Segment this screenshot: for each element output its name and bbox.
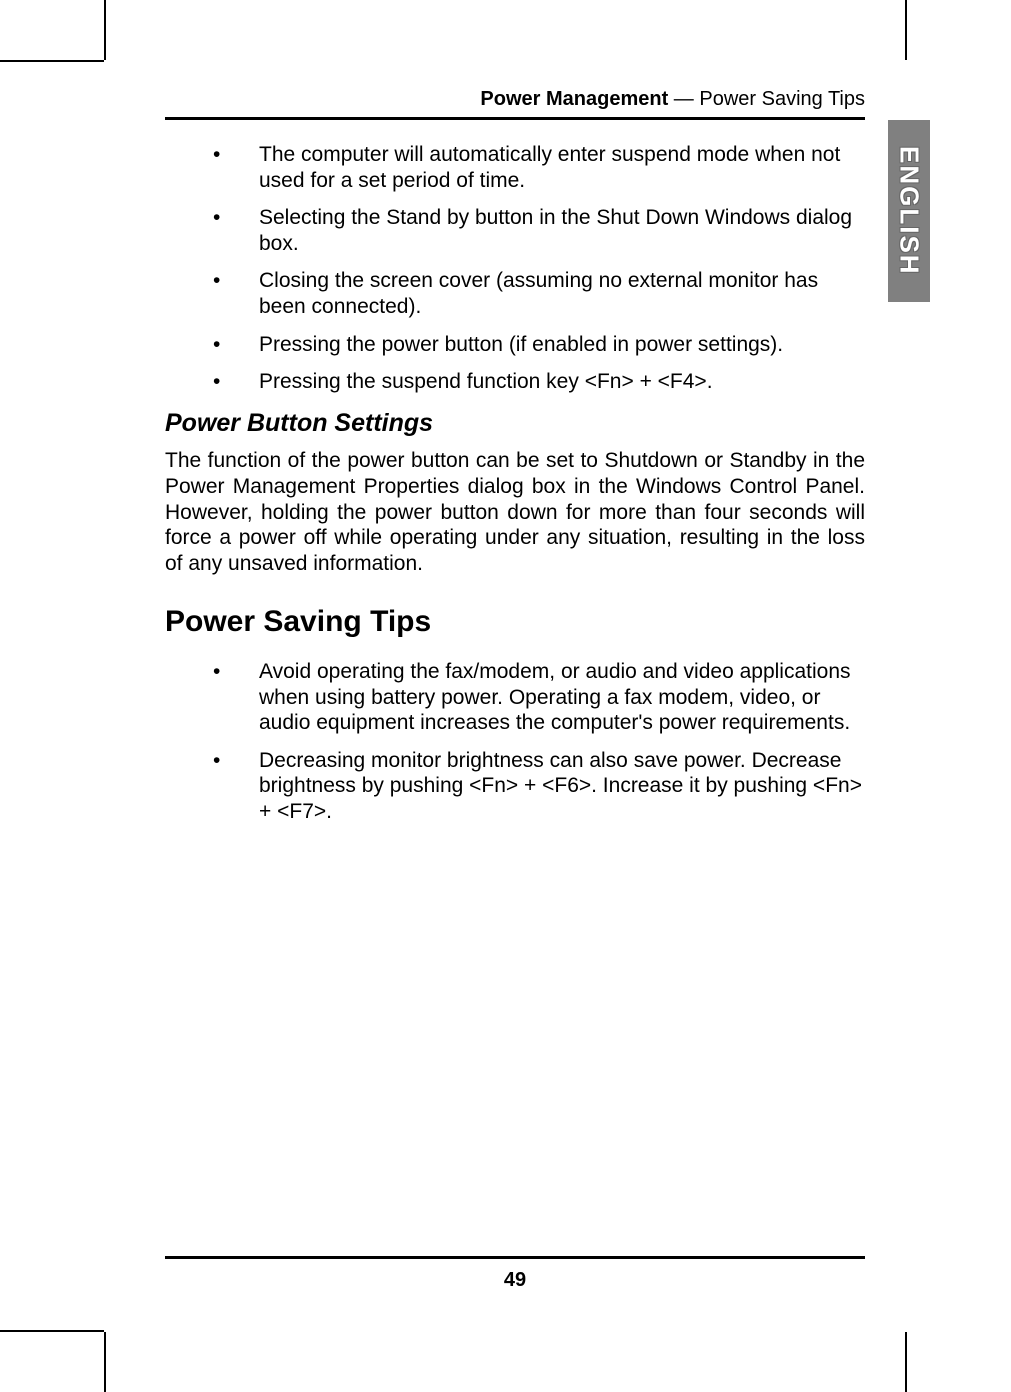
language-tab: ENGLISH: [888, 120, 930, 302]
list-item: Decreasing monitor brightness can also s…: [213, 748, 865, 825]
crop-mark: [905, 0, 907, 60]
crop-mark: [0, 60, 104, 62]
suspend-mode-list: The computer will automatically enter su…: [213, 142, 865, 395]
crop-mark: [104, 1332, 106, 1392]
power-saving-tips-list: Avoid operating the fax/modem, or audio …: [213, 659, 865, 825]
content-area: Power Management — Power Saving Tips The…: [165, 88, 865, 839]
header-separator: —: [668, 88, 699, 110]
header-section: Power Management: [480, 88, 668, 110]
power-button-settings-body: The function of the power button can be …: [165, 448, 865, 577]
crop-mark: [0, 1330, 104, 1332]
list-item: The computer will automatically enter su…: [213, 142, 865, 193]
list-item: Avoid operating the fax/modem, or audio …: [213, 659, 865, 736]
crop-mark: [104, 0, 106, 60]
page-number: 49: [165, 1269, 865, 1292]
list-item: Selecting the Stand by button in the Shu…: [213, 205, 865, 256]
power-button-settings-heading: Power Button Settings: [165, 409, 865, 438]
list-item: Pressing the suspend function key <Fn> +…: [213, 369, 865, 395]
page-footer: 49: [165, 1256, 865, 1292]
footer-rule: [165, 1256, 865, 1259]
running-header: Power Management — Power Saving Tips: [165, 88, 865, 120]
page: ENGLISH Power Management — Power Saving …: [0, 0, 1011, 1392]
language-tab-label: ENGLISH: [894, 146, 925, 276]
header-topic: Power Saving Tips: [699, 88, 865, 110]
power-saving-tips-heading: Power Saving Tips: [165, 605, 865, 639]
list-item: Closing the screen cover (assuming no ex…: [213, 268, 865, 319]
list-item: Pressing the power button (if enabled in…: [213, 332, 865, 358]
crop-mark: [905, 1332, 907, 1392]
